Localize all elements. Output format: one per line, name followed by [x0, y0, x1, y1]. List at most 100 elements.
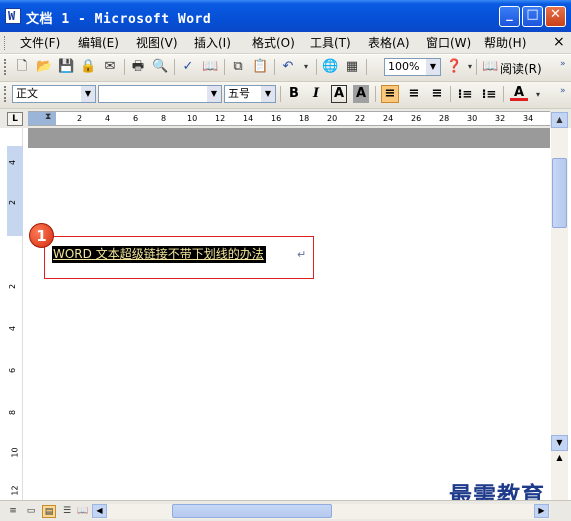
character-shading-button[interactable]: A: [353, 85, 369, 103]
zoom-select[interactable]: 100% ▼: [384, 58, 441, 76]
copy-icon[interactable]: ⧉: [230, 59, 246, 75]
scroll-left-button[interactable]: ◀: [92, 504, 107, 518]
normal-view-icon[interactable]: ≡: [6, 505, 20, 518]
menu-edit[interactable]: 编辑(E): [78, 35, 119, 51]
font-color-dropdown-icon[interactable]: ▾: [530, 87, 546, 103]
outline-view-icon[interactable]: ☰: [60, 505, 74, 518]
open-icon[interactable]: 📂: [36, 59, 52, 75]
style-select[interactable]: 正文 ▼: [12, 85, 96, 103]
close-document-icon[interactable]: ×: [553, 34, 565, 50]
menu-bar: 文件(F) 编辑(E) 视图(V) 插入(I) 格式(O) 工具(T) 表格(A…: [0, 32, 571, 54]
ruler-tick: 30: [467, 114, 478, 123]
ruler-tick: 16: [271, 114, 282, 123]
hyperlink-icon[interactable]: 🌐: [322, 59, 338, 75]
close-button[interactable]: ✕: [545, 6, 566, 27]
style-value: 正文: [16, 87, 38, 100]
print-icon[interactable]: 🖶: [130, 59, 146, 75]
align-center-button[interactable]: ≡: [405, 85, 423, 103]
vertical-ruler-tick: 6: [8, 367, 18, 374]
vertical-ruler-tick: 4: [8, 325, 18, 332]
ruler-tick: 6: [133, 114, 139, 123]
font-size-value: 五号: [228, 87, 250, 100]
step-callout-badge: 1: [29, 223, 54, 248]
font-color-button[interactable]: A: [510, 85, 528, 101]
horizontal-ruler-row: L ⧗ 2 4 6 8 10 12 14 16 18 20 22 24 26 2…: [0, 109, 571, 128]
ruler-tick: 24: [383, 114, 394, 123]
undo-icon[interactable]: ↶: [280, 59, 296, 75]
ruler-tick: 22: [355, 114, 366, 123]
ruler-tick: 14: [243, 114, 254, 123]
view-bar: ≡ ▭ ▤ ☰ 📖 ◀ ▶: [0, 500, 571, 521]
toolbar-grip[interactable]: [4, 59, 7, 75]
toolbar-separator: [224, 59, 225, 75]
indent-marker-icon[interactable]: ⧗: [45, 112, 51, 122]
vertical-ruler-tick: 4: [8, 159, 18, 166]
chevron-down-icon: ▼: [261, 86, 275, 102]
menu-table[interactable]: 表格(A): [368, 35, 410, 51]
vertical-ruler[interactable]: 4 2 2 4 6 8 10 12: [7, 128, 23, 500]
vertical-ruler-tick: 10: [10, 447, 20, 458]
table-icon[interactable]: ▦: [344, 59, 360, 75]
menu-window[interactable]: 窗口(W): [426, 35, 471, 51]
print-view-icon[interactable]: ▤: [42, 505, 56, 518]
toolbar-separator: [124, 59, 125, 75]
help-icon[interactable]: ❓: [446, 59, 462, 75]
new-icon[interactable]: 🗋: [14, 59, 30, 75]
toolbar-separator: [375, 86, 376, 102]
horizontal-scroll-thumb[interactable]: [172, 504, 332, 518]
maximize-button[interactable]: □: [522, 6, 543, 27]
scroll-up-button[interactable]: ▲: [551, 112, 568, 128]
menu-insert[interactable]: 插入(I): [194, 35, 231, 51]
font-size-select[interactable]: 五号 ▼: [224, 85, 276, 103]
numbering-button[interactable]: ⁝≡: [456, 85, 474, 103]
previous-page-button[interactable]: ▲: [551, 453, 568, 467]
page-top-gap: [28, 128, 550, 148]
spelling-icon[interactable]: ✓: [180, 59, 196, 75]
selected-text[interactable]: WORD 文本超级链接不带下划线的办法: [52, 246, 266, 263]
word-app-icon[interactable]: [5, 8, 21, 24]
scroll-right-button[interactable]: ▶: [534, 504, 549, 518]
reading-mode-button[interactable]: 阅读(R): [500, 60, 542, 77]
menu-file[interactable]: 文件(F): [20, 35, 60, 51]
tab-selector[interactable]: L: [7, 112, 23, 126]
research-icon[interactable]: 📖: [202, 59, 218, 75]
document-page[interactable]: [28, 148, 550, 500]
toolbar-grip[interactable]: [4, 86, 7, 102]
undo-dropdown-icon[interactable]: ▾: [298, 59, 314, 75]
font-select[interactable]: ▼: [98, 85, 222, 103]
menu-tools[interactable]: 工具(T): [310, 35, 351, 51]
menu-view[interactable]: 视图(V): [136, 35, 178, 51]
minimize-button[interactable]: _: [499, 6, 520, 27]
italic-button[interactable]: I: [307, 85, 325, 103]
bullets-button[interactable]: ⁝≡: [480, 85, 498, 103]
menu-format[interactable]: 格式(O): [252, 35, 295, 51]
print-preview-icon[interactable]: 🔍: [152, 59, 168, 75]
align-right-button[interactable]: ≡: [428, 85, 446, 103]
window-title: 文档 1 - Microsoft Word: [26, 12, 212, 27]
bold-button[interactable]: B: [285, 85, 303, 103]
character-border-button[interactable]: A: [331, 85, 347, 103]
ruler-tick: 12: [215, 114, 226, 123]
vertical-scroll-thumb[interactable]: [552, 158, 567, 228]
menu-help[interactable]: 帮助(H): [484, 35, 526, 51]
web-view-icon[interactable]: ▭: [24, 505, 38, 518]
ruler-tick: 2: [77, 114, 83, 123]
vertical-scrollbar[interactable]: ▼ ▲: [551, 128, 568, 500]
title-bar: 文档 1 - Microsoft Word _ □ ✕: [0, 0, 571, 32]
email-icon[interactable]: ✉: [102, 59, 118, 75]
toolbar-separator: [366, 59, 367, 75]
reading-view-icon[interactable]: 📖: [76, 505, 90, 518]
save-icon[interactable]: 💾: [58, 59, 74, 75]
toolbar-overflow-icon[interactable]: »: [560, 59, 569, 75]
permission-icon[interactable]: 🔒: [80, 59, 96, 75]
menu-grip[interactable]: [4, 36, 7, 50]
horizontal-ruler[interactable]: ⧗ 2 4 6 8 10 12 14 16 18 20 22 24 26 28 …: [28, 111, 550, 126]
toolbar-overflow-icon[interactable]: »: [560, 86, 569, 102]
scroll-down-button[interactable]: ▼: [551, 435, 568, 451]
align-left-button[interactable]: ≡: [381, 85, 399, 103]
ruler-tick: 8: [161, 114, 167, 123]
horizontal-scrollbar[interactable]: ◀ ▶: [92, 504, 550, 519]
reading-icon[interactable]: 📖: [482, 59, 498, 75]
paste-icon[interactable]: 📋: [252, 59, 268, 75]
chevron-down-icon: ▼: [81, 86, 95, 102]
